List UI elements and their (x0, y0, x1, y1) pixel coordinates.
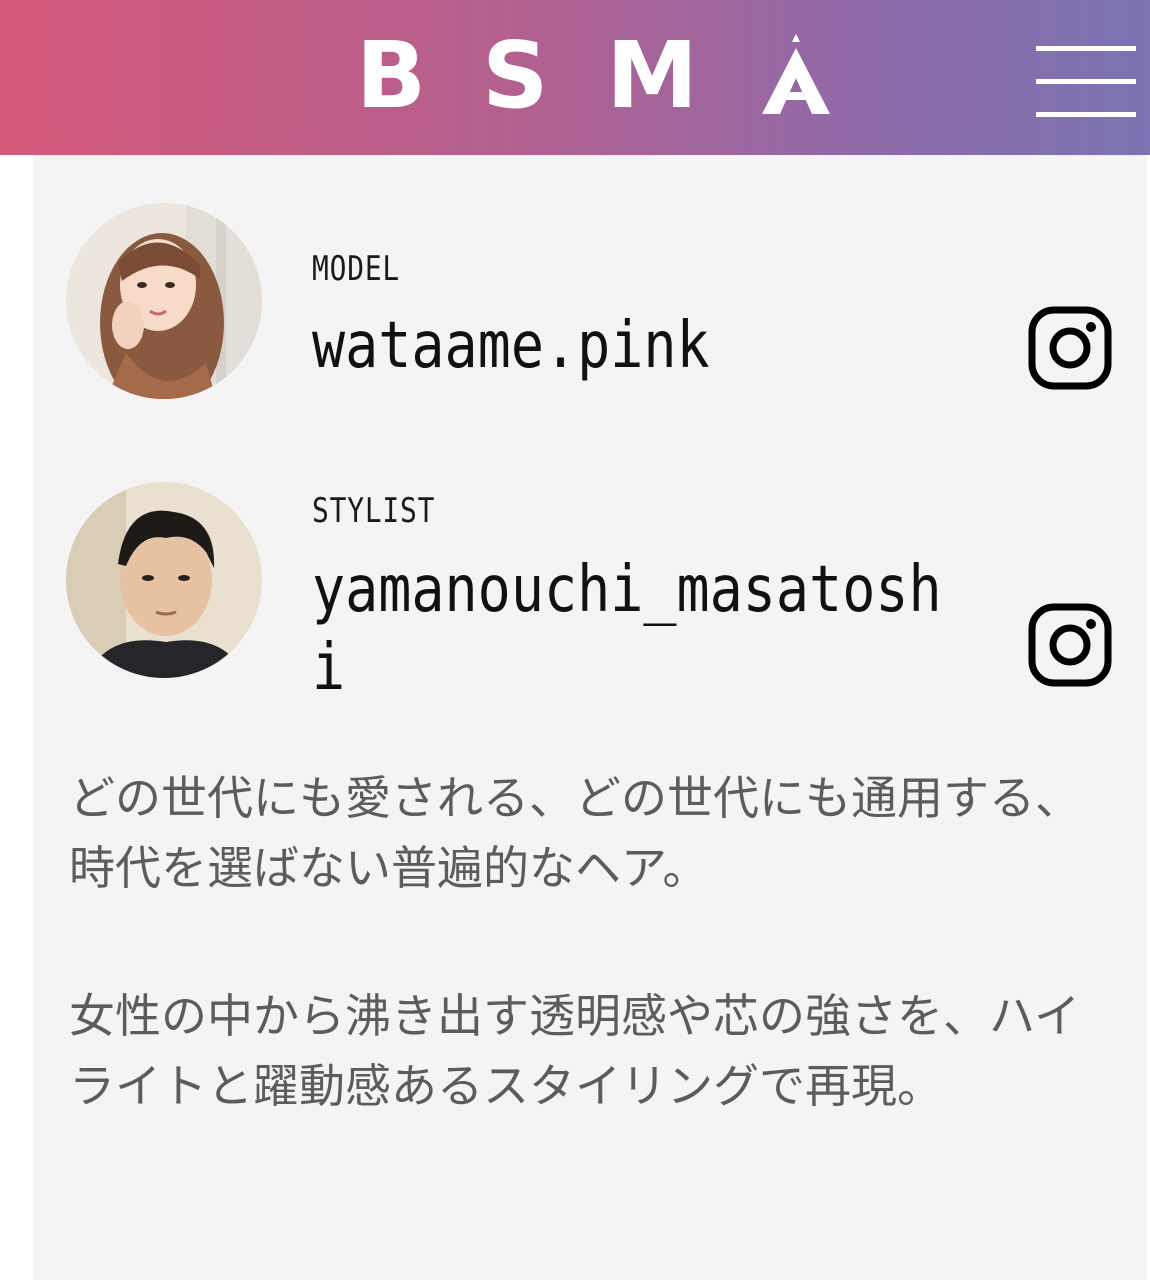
instagram-icon[interactable] (1027, 305, 1113, 391)
menu-bar (1036, 46, 1136, 51)
credit-handle[interactable]: wataame.pink (312, 307, 966, 385)
description-paragraph: 女性の中から沸き出す透明感や芯の強さを、ハイライトと躍動感あるスタイリングで再現… (69, 989, 1081, 1113)
instagram-icon[interactable] (1027, 602, 1113, 688)
description-paragraph: どの世代にも愛される、どの世代にも通用する、時代を選ばない普遍的なヘア。 (69, 771, 1081, 895)
menu-bar (1036, 79, 1136, 84)
site-header: B S M (0, 0, 1150, 155)
hamburger-menu-icon[interactable] (1036, 46, 1136, 118)
logo-letter: S (482, 22, 549, 129)
logo-letter: M (606, 22, 698, 129)
model-avatar (66, 203, 262, 399)
credit-role: MODEL (312, 249, 401, 289)
menu-bar (1036, 112, 1136, 117)
bsma-logo[interactable]: B S M (356, 26, 832, 126)
logo-letter: B (356, 22, 427, 129)
credit-handle[interactable]: yamanouchi_masatoshi (312, 551, 966, 707)
logo-letter-a (760, 26, 832, 126)
stylist-avatar (66, 482, 262, 678)
credit-role: STYLIST (312, 491, 436, 531)
content-card: MODEL wataame.pink STYLIST yamanouchi_ma… (33, 155, 1147, 1280)
